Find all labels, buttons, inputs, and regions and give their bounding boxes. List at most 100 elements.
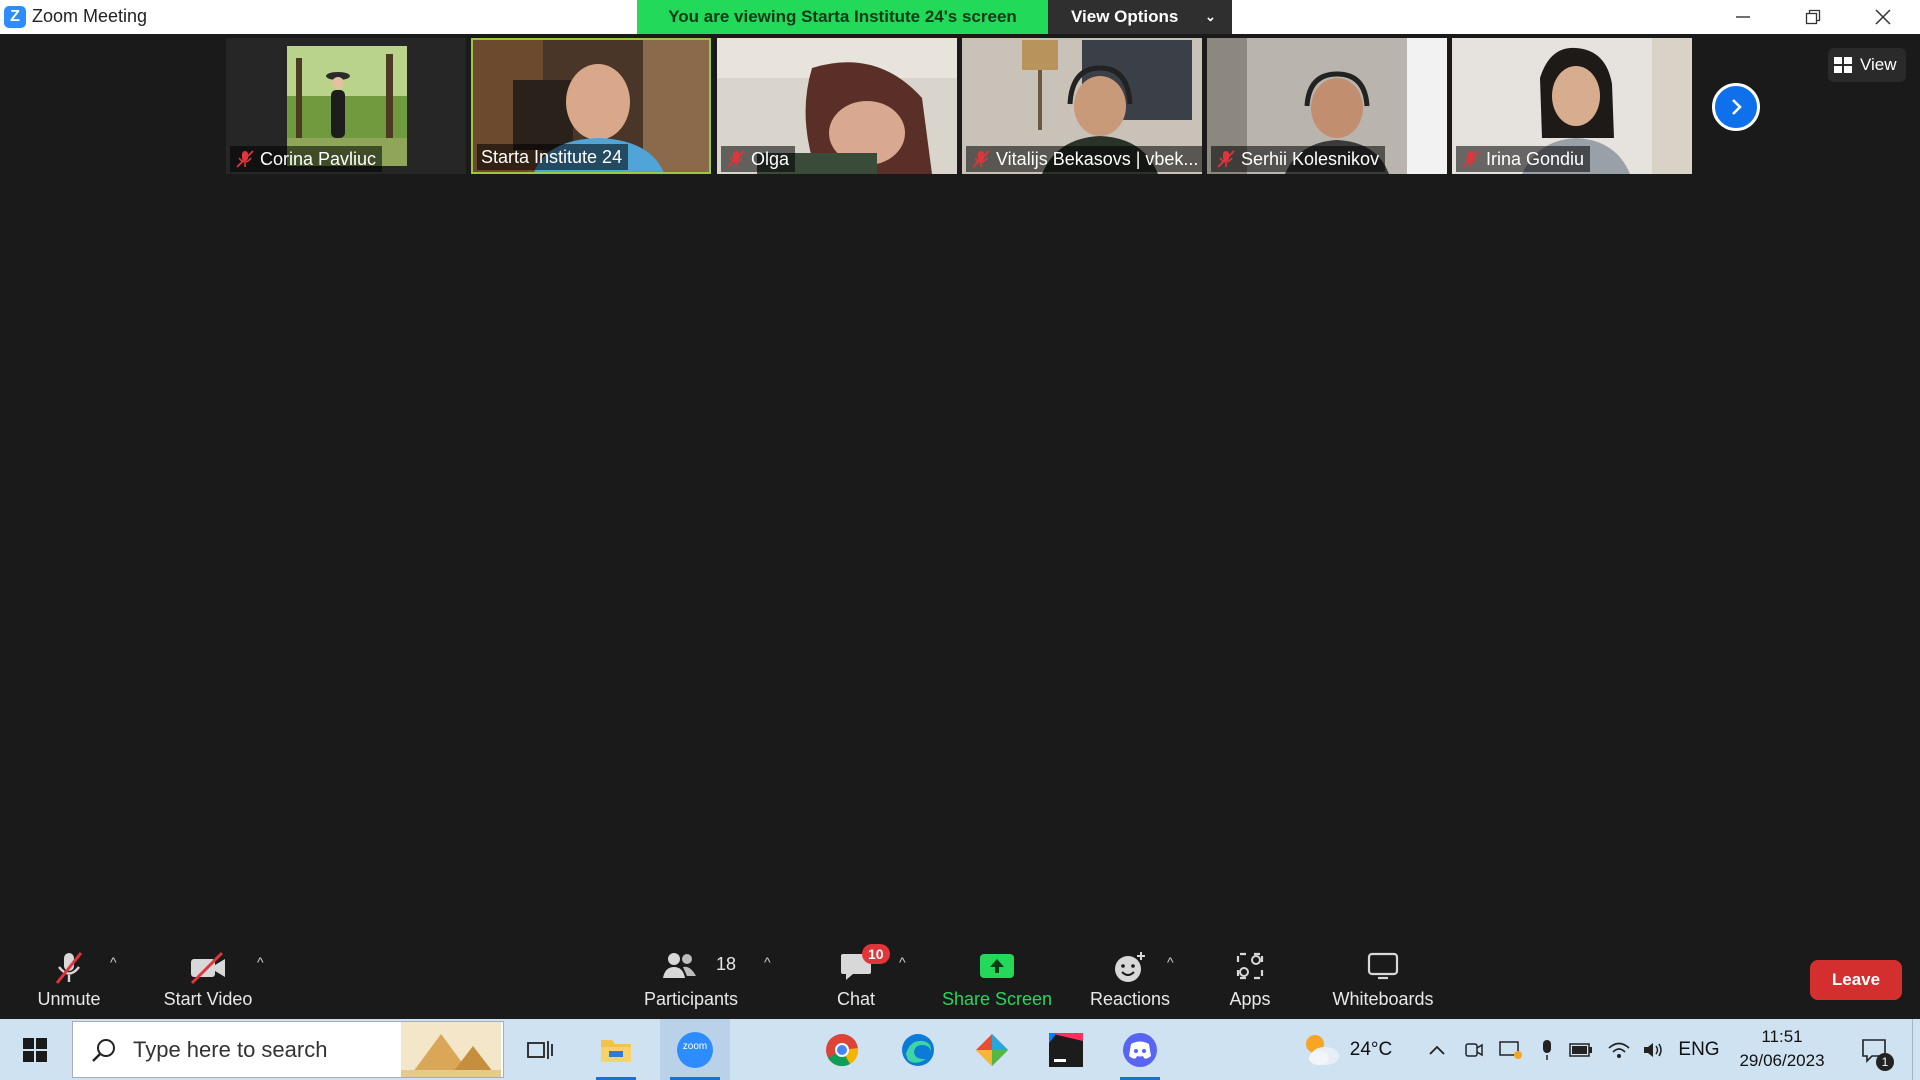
taskbar-edge[interactable] (888, 1019, 948, 1080)
participant-tile-active-speaker[interactable]: Starta Institute 24 (471, 38, 711, 174)
whiteboards-label: Whiteboards (1332, 989, 1434, 1009)
share-screen-label: Share Screen (941, 989, 1053, 1009)
apps-label: Apps (1229, 989, 1271, 1009)
taskbar-discord[interactable] (1110, 1019, 1170, 1080)
search-highlight-pyramids-icon (401, 1022, 501, 1077)
show-desktop-button[interactable] (1912, 1019, 1920, 1080)
reactions-options-caret[interactable]: ^ (1167, 954, 1174, 970)
share-screen-icon (980, 954, 1014, 978)
restore-icon (1805, 9, 1821, 25)
minimize-button[interactable] (1714, 0, 1772, 34)
chrome-icon (826, 1033, 859, 1066)
weather-widget[interactable] (1294, 1019, 1348, 1080)
battery-icon (1569, 1042, 1592, 1057)
taskbar-file-explorer[interactable] (586, 1019, 646, 1080)
tray-volume[interactable] (1638, 1019, 1668, 1080)
display-tray-icon (1499, 1040, 1522, 1059)
tray-display-app[interactable] (1496, 1019, 1526, 1080)
start-video-button[interactable]: Start Video (150, 942, 266, 1019)
minimize-icon (1736, 16, 1750, 18)
meeting-toolbar: Unmute ^ Start Video ^ 18 Participants ^… (0, 942, 1920, 1019)
start-video-label: Start Video (163, 989, 253, 1009)
mic-muted-icon (972, 150, 990, 168)
mic-muted-icon (727, 150, 745, 168)
video-off-icon (190, 951, 225, 985)
taskbar-chrome[interactable] (812, 1019, 872, 1080)
close-button[interactable] (1854, 0, 1912, 34)
tray-microphone[interactable] (1534, 1019, 1560, 1080)
task-view-icon (527, 1040, 553, 1059)
participant-name: Corina Pavliuc (260, 149, 377, 169)
view-layout-button[interactable]: View (1828, 48, 1906, 82)
clock-date: 29/06/2023 (1739, 1051, 1825, 1070)
zoom-logo-icon: Z (4, 6, 26, 28)
apps-icon (1236, 952, 1264, 980)
view-options-button[interactable]: View Options ⌄ (1048, 0, 1232, 34)
taskbar-git-app[interactable] (962, 1019, 1022, 1080)
taskbar-task-view[interactable] (510, 1019, 570, 1080)
participants-options-caret[interactable]: ^ (764, 954, 771, 970)
show-hidden-icons-button[interactable] (1424, 1019, 1450, 1080)
whiteboards-button[interactable]: Whiteboards (1324, 942, 1442, 1019)
chevron-down-icon: ⌄ (1205, 9, 1216, 24)
unmute-button[interactable]: Unmute (20, 942, 118, 1019)
wifi-icon (1608, 1042, 1630, 1058)
restore-button[interactable] (1784, 0, 1842, 34)
git-tool-icon (976, 1033, 1008, 1066)
unmute-label: Unmute (37, 989, 101, 1009)
participant-name-tag: Corina Pavliuc (230, 146, 383, 172)
chevron-up-icon (1429, 1045, 1445, 1055)
tray-wifi[interactable] (1604, 1019, 1634, 1080)
taskbar-zoom[interactable]: zoom (660, 1019, 730, 1080)
apps-button[interactable]: Apps (1218, 942, 1282, 1019)
tray-battery[interactable] (1566, 1019, 1596, 1080)
screen-share-banner: You are viewing Starta Institute 24's sc… (637, 0, 1048, 34)
folder-icon (601, 1039, 631, 1062)
chat-unread-badge: 10 (862, 944, 890, 964)
next-page-button[interactable] (1712, 83, 1760, 131)
action-center-button[interactable]: 1 (1854, 1019, 1894, 1080)
share-screen-button[interactable]: Share Screen (936, 942, 1058, 1019)
taskbar-search-box[interactable]: Type here to search (72, 1021, 504, 1078)
leave-button[interactable]: Leave (1810, 960, 1902, 1000)
search-icon (92, 1039, 115, 1062)
microphone-tray-icon (1543, 1039, 1551, 1060)
participant-tile[interactable]: Corina Pavliuc (226, 38, 466, 174)
participant-name: Starta Institute 24 (481, 147, 623, 167)
participant-tile[interactable]: Olga (717, 38, 957, 174)
participant-name: Olga (751, 149, 790, 169)
participants-label: Participants (643, 989, 739, 1009)
taskbar-clock[interactable]: 11:51 29/06/2023 (1722, 1025, 1842, 1073)
discord-icon (1123, 1032, 1157, 1067)
participant-name-tag: Irina Gondiu (1456, 146, 1591, 172)
participant-name-tag: Serhii Kolesnikov (1211, 146, 1386, 172)
window-title: Zoom Meeting (32, 6, 148, 26)
chat-button[interactable]: 10 Chat (820, 942, 892, 1019)
search-placeholder: Type here to search (133, 1037, 328, 1062)
clock-time: 11:51 (1761, 1027, 1803, 1046)
participant-tile[interactable]: Vitalijs Bekasovs | vbek... (962, 38, 1202, 174)
reactions-icon (1115, 952, 1145, 982)
audio-options-caret[interactable]: ^ (110, 954, 117, 970)
camera-tray-icon (1465, 1042, 1483, 1057)
reactions-button[interactable]: Reactions (1080, 942, 1180, 1019)
chat-options-caret[interactable]: ^ (899, 954, 906, 970)
participant-tile[interactable]: Serhii Kolesnikov (1207, 38, 1447, 174)
tray-meet-now[interactable] (1460, 1019, 1488, 1080)
participants-icon (663, 953, 696, 978)
mic-muted-icon (1217, 150, 1235, 168)
intellij-icon (1049, 1032, 1083, 1067)
participants-button[interactable]: 18 Participants (636, 942, 746, 1019)
participant-tile[interactable]: Irina Gondiu (1452, 38, 1692, 174)
start-button[interactable] (0, 1019, 70, 1080)
participant-name: Serhii Kolesnikov (1241, 149, 1380, 169)
taskbar-intellij[interactable] (1036, 1019, 1096, 1080)
windows-taskbar: Type here to search zoom 24°C ENG 11:51 … (0, 1019, 1920, 1080)
participant-name-tag: Starta Institute 24 (477, 144, 629, 170)
close-icon (1875, 9, 1891, 25)
video-options-caret[interactable]: ^ (257, 954, 264, 970)
input-language[interactable]: ENG (1674, 1019, 1724, 1080)
grid-view-icon (1834, 57, 1852, 73)
reactions-label: Reactions (1089, 989, 1171, 1009)
title-bar: Z Zoom Meeting You are viewing Starta In… (0, 0, 1920, 34)
